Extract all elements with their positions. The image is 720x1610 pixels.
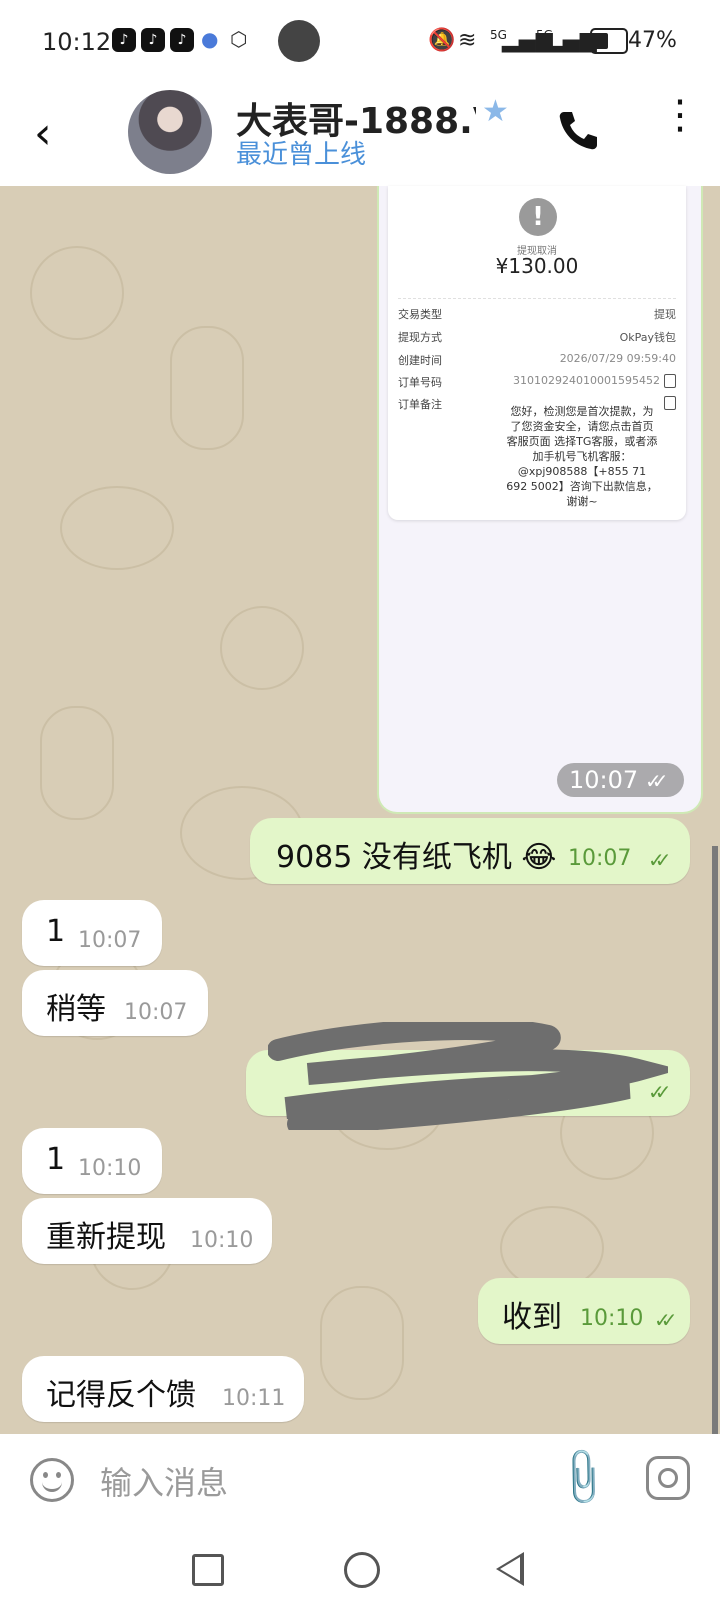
battery-icon (590, 28, 628, 54)
message-bubble-incoming[interactable]: 1 10:10 (22, 1128, 162, 1194)
tiktok-icon: ♪ (112, 28, 136, 52)
redaction-scribble (268, 1022, 668, 1130)
attach-icon[interactable]: 📎 (549, 1443, 617, 1511)
camera-icon[interactable] (646, 1456, 690, 1500)
star-icon: ★ (482, 94, 509, 129)
message-text: 收到 (502, 1300, 562, 1335)
tiktok-icon: ♪ (141, 28, 165, 52)
read-check-icon: ✓✓ (648, 848, 671, 872)
message-text: 1 (46, 914, 66, 949)
back-nav-icon[interactable] (496, 1552, 524, 1586)
message-bubble-incoming[interactable]: 1 10:07 (22, 900, 162, 966)
message-time: 10:10 (78, 1156, 142, 1181)
message-text: 1 (46, 1142, 66, 1177)
message-time: 10:07 (124, 1000, 188, 1025)
copy-icon[interactable] (664, 374, 676, 388)
clock: 10:12 (42, 28, 112, 56)
receipt-label: 交易类型 (398, 308, 442, 321)
message-bubble-incoming[interactable]: 记得反个馈 10:11 (22, 1356, 304, 1422)
chat-header: ‹ 大表哥-1888.V ★ 最近曾上线 ⋮ (0, 84, 720, 187)
message-bubble-outgoing[interactable]: 收到 10:10 ✓✓ (478, 1278, 690, 1344)
image-timestamp: 10:07 ✓✓ (557, 763, 684, 797)
alert-icon: ! (519, 198, 557, 236)
avatar[interactable] (128, 90, 212, 174)
status-bar: 10:12 ♪ ♪ ♪ ● ⬡ 🔕 ≋ 5G ▂▄▆ 5G ▂▄▆ 47% (0, 0, 720, 84)
message-text: 重新提现 (46, 1220, 166, 1255)
receipt-label: 订单备注 (398, 398, 442, 411)
receipt-note: 您好，检测您是首次提款，为了您资金安全，请您点击首页客服页面 选择TG客服，或者… (506, 405, 658, 508)
message-time: 10:07 (568, 846, 632, 871)
receipt-label: 创建时间 (398, 354, 442, 367)
notification-thumbnail (278, 20, 320, 62)
system-nav-bar (0, 1534, 720, 1610)
recents-icon[interactable] (192, 1554, 224, 1586)
receipt-label: 提现方式 (398, 331, 442, 344)
receipt-value: 31010292401000159545​2 (513, 374, 660, 387)
message-bubble-outgoing[interactable]: 9085 没有纸飞机 😂 10:07 ✓✓ (250, 818, 690, 884)
message-bubble-incoming[interactable]: 重新提现 10:10 (22, 1198, 272, 1264)
message-text: 稍等 (46, 992, 106, 1027)
receipt-label: 订单号码 (398, 376, 442, 389)
phone-icon[interactable] (554, 106, 602, 154)
read-check-icon: ✓✓ (654, 1308, 677, 1332)
message-text: 记得反个馈 (46, 1378, 196, 1413)
message-time: 10:10 (580, 1306, 644, 1331)
message-input[interactable]: 输入消息 (100, 1458, 228, 1504)
message-time: 10:10 (190, 1228, 254, 1253)
divider (398, 298, 676, 299)
message-composer: 输入消息 📎 (0, 1434, 720, 1534)
receipt-screenshot[interactable]: ! 提现取消 ¥130.00 交易类型 提现 提现方式 OkPay钱包 创建时间… (388, 186, 686, 520)
app-notification-icon: ● (201, 27, 219, 51)
message-time: 10:07 (78, 928, 142, 953)
message-time: 10:11 (222, 1386, 286, 1411)
receipt-amount: ¥130.00 (495, 254, 579, 278)
mute-icon: 🔕 (428, 28, 456, 53)
home-icon[interactable] (344, 1552, 380, 1588)
message-text: 9085 没有纸飞机 😂 (276, 840, 557, 875)
more-menu-icon[interactable]: ⋮ (660, 95, 700, 135)
contact-status: 最近曾上线 (236, 140, 367, 170)
read-check-icon: ✓✓ (645, 769, 668, 793)
wifi-icon: ≋ (458, 28, 477, 53)
tiktok-icon: ♪ (170, 28, 194, 52)
receipt-value: 提现 (654, 308, 676, 321)
emoji-icon[interactable] (30, 1458, 74, 1502)
back-icon[interactable]: ‹ (34, 108, 52, 159)
message-bubble-incoming[interactable]: 稍等 10:07 (22, 970, 208, 1036)
receipt-value: OkPay钱包 (619, 331, 676, 344)
scrollbar[interactable] (712, 846, 718, 1434)
receipt-value: 2026/07/29 09:59:40 (559, 352, 676, 365)
battery-level: 47% (628, 28, 677, 53)
app-notification-icon: ⬡ (230, 27, 248, 51)
copy-icon[interactable] (664, 396, 676, 410)
